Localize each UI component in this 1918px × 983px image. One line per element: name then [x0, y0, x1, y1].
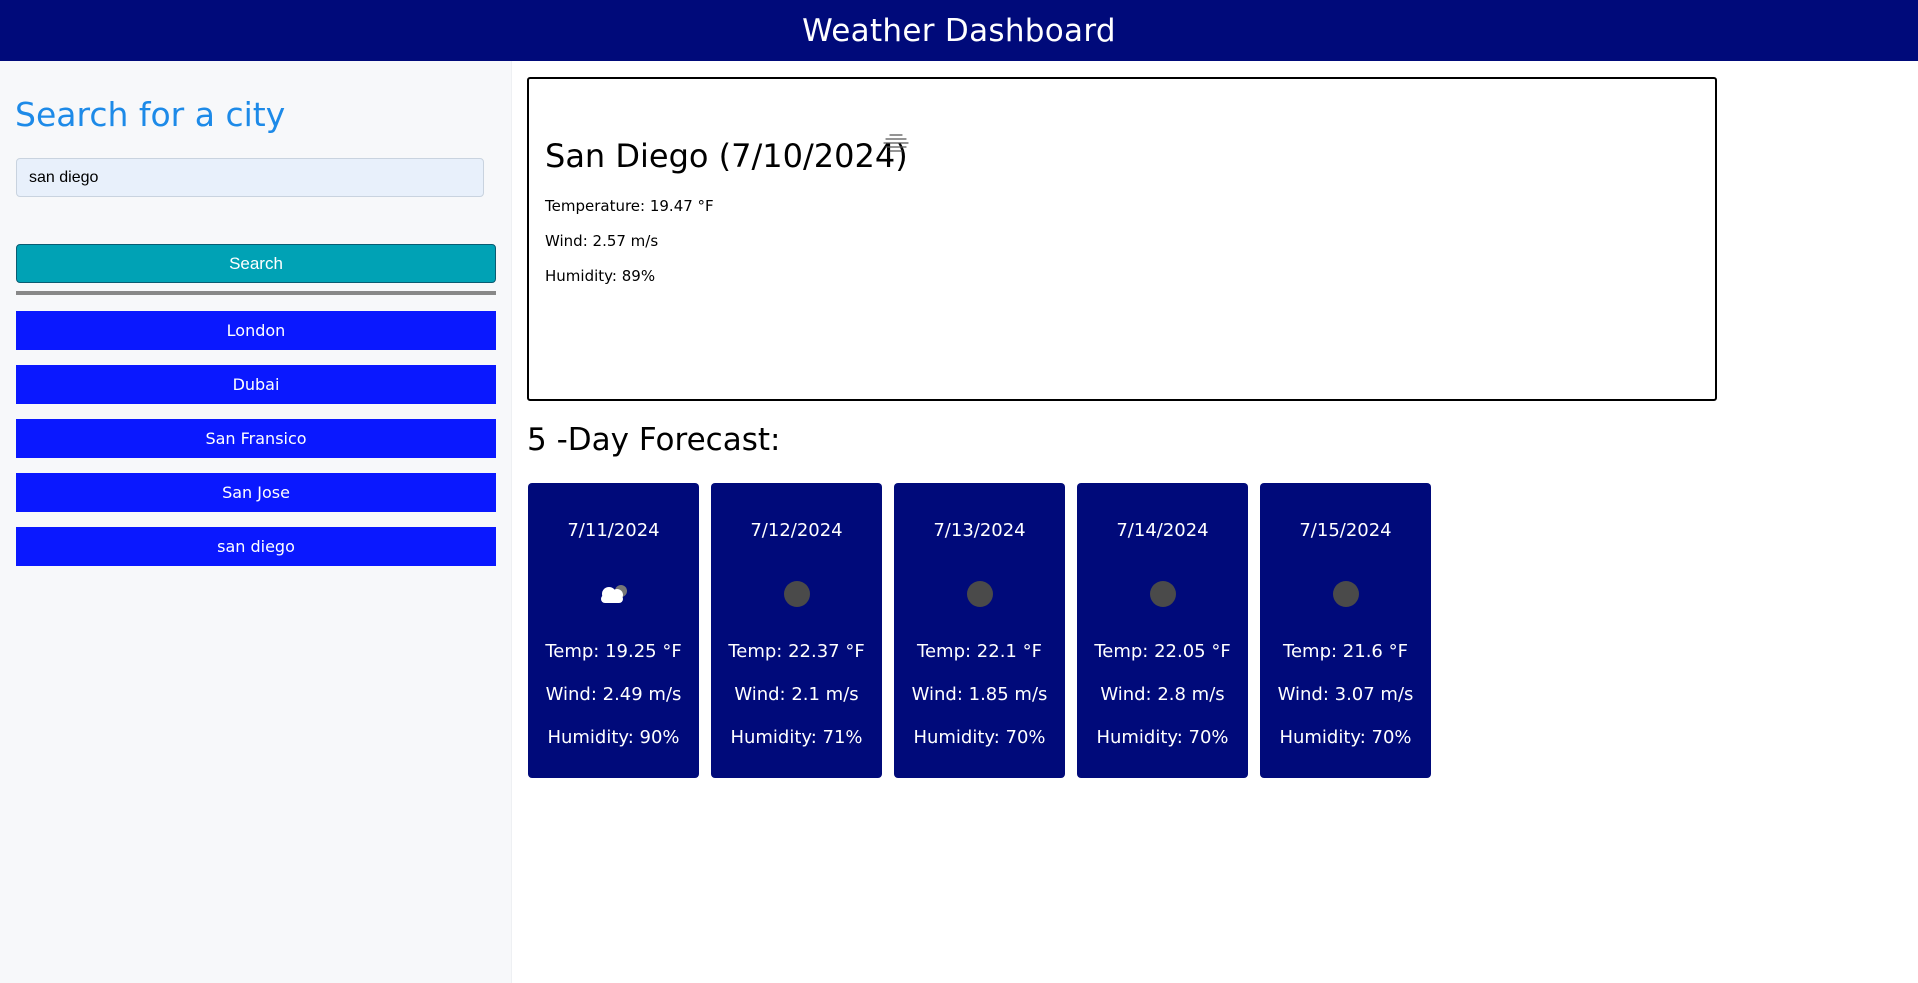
current-temperature: Temperature: 19.47 °F [545, 197, 714, 215]
history-button-london[interactable]: London [16, 311, 496, 350]
history-button-san-diego[interactable]: san diego [16, 527, 496, 566]
cloud-icon [600, 585, 627, 603]
history-button-dubai[interactable]: Dubai [16, 365, 496, 404]
forecast-humidity: Humidity: 70% [1279, 727, 1412, 748]
forecast-wind: Wind: 1.85 m/s [911, 684, 1048, 705]
sidebar: Search for a city Search London Dubai Sa… [0, 61, 512, 983]
forecast-wind: Wind: 2.49 m/s [545, 684, 682, 705]
forecast-card: 7/14/2024 Temp: 22.05 °F Wind: 2.8 m/s H… [1077, 483, 1248, 778]
forecast-wind: Wind: 3.07 m/s [1277, 684, 1414, 705]
clear-night-icon [1332, 581, 1359, 607]
search-history-list: London Dubai San Fransico San Jose san d… [16, 311, 496, 581]
forecast-temp: Temp: 22.05 °F [1094, 641, 1231, 662]
forecast-card: 7/13/2024 Temp: 22.1 °F Wind: 1.85 m/s H… [894, 483, 1065, 778]
clear-night-icon [1149, 581, 1176, 607]
forecast-wind: Wind: 2.8 m/s [1100, 684, 1225, 705]
app-title: Weather Dashboard [802, 12, 1116, 49]
forecast-humidity: Humidity: 70% [1096, 727, 1229, 748]
forecast-date: 7/15/2024 [1299, 520, 1392, 541]
history-button-san-jose[interactable]: San Jose [16, 473, 496, 512]
forecast-humidity: Humidity: 71% [730, 727, 863, 748]
forecast-row: 7/11/2024 Temp: 19.25 °F Wind: 2.49 m/s … [528, 483, 1431, 778]
current-wind: Wind: 2.57 m/s [545, 232, 659, 250]
current-weather-card: San Diego (7/10/2024) Temperature: 19.47… [527, 77, 1717, 401]
forecast-date: 7/13/2024 [933, 520, 1026, 541]
forecast-card: 7/11/2024 Temp: 19.25 °F Wind: 2.49 m/s … [528, 483, 699, 778]
app-header: Weather Dashboard [0, 0, 1918, 61]
forecast-date: 7/14/2024 [1116, 520, 1209, 541]
city-search-input[interactable] [16, 158, 484, 197]
forecast-card: 7/15/2024 Temp: 21.6 °F Wind: 3.07 m/s H… [1260, 483, 1431, 778]
history-button-san-fransico[interactable]: San Fransico [16, 419, 496, 458]
forecast-humidity: Humidity: 90% [547, 727, 680, 748]
forecast-card: 7/12/2024 Temp: 22.37 °F Wind: 2.1 m/s H… [711, 483, 882, 778]
forecast-temp: Temp: 19.25 °F [545, 641, 682, 662]
forecast-temp: Temp: 21.6 °F [1283, 641, 1408, 662]
mist-icon [883, 134, 909, 152]
search-button[interactable]: Search [16, 244, 496, 283]
forecast-heading: 5 -Day Forecast: [527, 422, 781, 458]
forecast-temp: Temp: 22.1 °F [917, 641, 1042, 662]
clear-night-icon [966, 581, 993, 607]
forecast-date: 7/11/2024 [567, 520, 660, 541]
forecast-date: 7/12/2024 [750, 520, 843, 541]
forecast-humidity: Humidity: 70% [913, 727, 1046, 748]
divider [16, 291, 496, 295]
forecast-temp: Temp: 22.37 °F [728, 641, 865, 662]
sidebar-title: Search for a city [15, 95, 286, 134]
forecast-wind: Wind: 2.1 m/s [734, 684, 859, 705]
clear-night-icon [783, 581, 810, 607]
current-city-title: San Diego (7/10/2024) [545, 137, 908, 175]
current-humidity: Humidity: 89% [545, 267, 656, 285]
